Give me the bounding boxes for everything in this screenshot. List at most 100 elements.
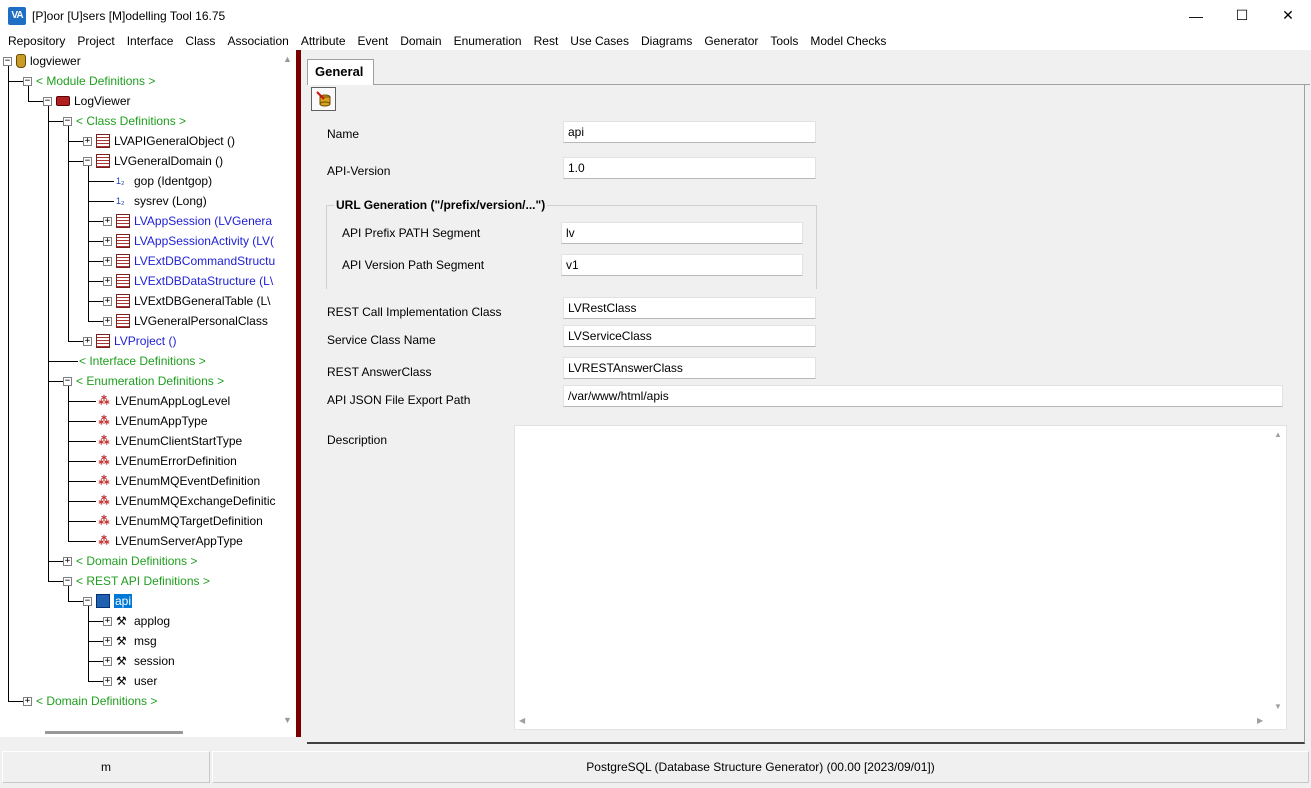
service-class-field[interactable] <box>563 325 816 347</box>
tree-horizontal-scrollbar[interactable] <box>45 731 183 734</box>
menu-generator[interactable]: Generator <box>698 34 764 48</box>
maximize-button[interactable]: ☐ <box>1219 0 1265 31</box>
menu-model-checks[interactable]: Model Checks <box>804 34 892 48</box>
tree-label: msg <box>134 634 157 648</box>
tree-node-api-selected[interactable]: − api <box>83 591 133 611</box>
panel-splitter[interactable] <box>296 50 301 737</box>
menu-enumeration[interactable]: Enumeration <box>448 34 528 48</box>
menu-class[interactable]: Class <box>179 34 221 48</box>
collapse-icon[interactable]: − <box>63 576 72 586</box>
menu-attribute[interactable]: Attribute <box>295 34 352 48</box>
save-to-repository-button[interactable] <box>311 87 336 111</box>
scroll-right-icon[interactable]: ▶ <box>1257 716 1263 725</box>
tree-node-root[interactable]: − logviewer <box>3 51 81 71</box>
expand-icon[interactable]: + <box>103 276 112 286</box>
tree-node-subclass[interactable]: + LVExtDBGeneralTable (L\ <box>103 291 271 311</box>
expand-icon[interactable]: + <box>23 696 32 706</box>
description-textarea[interactable] <box>514 425 1287 730</box>
tree-node-interface-definitions[interactable]: < Interface Definitions > <box>79 351 206 371</box>
menu-rest[interactable]: Rest <box>528 34 565 48</box>
tree-node-enum[interactable]: ⁂ LVEnumMQEventDefinition <box>97 471 261 491</box>
menu-diagrams[interactable]: Diagrams <box>635 34 698 48</box>
url-generation-group <box>326 205 817 289</box>
expand-icon[interactable]: + <box>63 556 72 566</box>
tree-node-subclass[interactable]: + LVAppSessionActivity (LV( <box>103 231 274 251</box>
tree-node-module[interactable]: − LogViewer <box>43 91 130 111</box>
expand-icon[interactable]: + <box>103 636 112 646</box>
tree-node-api-path[interactable]: + ⚒ applog <box>103 611 170 631</box>
expand-icon[interactable]: + <box>103 616 112 626</box>
tree-vertical-scrollbar[interactable]: ▲ ▼ <box>279 50 296 737</box>
tree-node-subclass[interactable]: + LVGeneralPersonalClass <box>103 311 268 331</box>
scroll-down-icon[interactable]: ▼ <box>1274 702 1282 711</box>
menu-association[interactable]: Association <box>221 34 294 48</box>
menu-domain[interactable]: Domain <box>394 34 447 48</box>
tree-node-subclass[interactable]: + LVExtDBDataStructure (L\ <box>103 271 273 291</box>
collapse-icon[interactable]: − <box>63 116 72 126</box>
api-version-field[interactable] <box>563 157 816 179</box>
expand-icon[interactable]: + <box>103 216 112 226</box>
api-version-path-field[interactable] <box>561 254 803 276</box>
export-path-field[interactable] <box>563 385 1283 407</box>
expand-icon[interactable]: + <box>103 676 112 686</box>
tree-node-subclass[interactable]: + LVExtDBCommandStructu <box>103 251 275 271</box>
expand-icon[interactable]: + <box>83 336 92 346</box>
tree-node-enum[interactable]: ⁂ LVEnumMQTargetDefinition <box>97 511 263 531</box>
tree-node-api-path[interactable]: + ⚒ session <box>103 651 175 671</box>
minimize-button[interactable]: — <box>1173 0 1219 31</box>
tree-node-api-path[interactable]: + ⚒ user <box>103 671 157 691</box>
menu-use-cases[interactable]: Use Cases <box>564 34 635 48</box>
class-icon <box>96 334 110 348</box>
rest-call-impl-field[interactable] <box>563 297 816 319</box>
tree-node-module-definitions[interactable]: − < Module Definitions > <box>23 71 155 91</box>
tree-node-class-definitions[interactable]: − < Class Definitions > <box>63 111 186 131</box>
tree-label: LVEnumServerAppType <box>115 534 243 548</box>
tree-node-enum[interactable]: ⁂ LVEnumServerAppType <box>97 531 243 551</box>
tree-label: LVExtDBGeneralTable (L\ <box>134 294 271 308</box>
menu-repository[interactable]: Repository <box>2 34 71 48</box>
tree-node-domain-definitions[interactable]: + < Domain Definitions > <box>63 551 197 571</box>
collapse-icon[interactable]: − <box>3 56 12 66</box>
menu-interface[interactable]: Interface <box>121 34 180 48</box>
tree-node-enum[interactable]: ⁂ LVEnumClientStartType <box>97 431 243 451</box>
tab-general[interactable]: General <box>307 59 374 85</box>
tree-node-subclass[interactable]: + LVAppSession (LVGenera <box>103 211 272 231</box>
collapse-icon[interactable]: − <box>23 76 32 86</box>
menu-tools[interactable]: Tools <box>764 34 804 48</box>
collapse-icon[interactable]: − <box>83 596 92 606</box>
name-field[interactable] <box>563 121 816 143</box>
expand-icon[interactable]: + <box>103 236 112 246</box>
tree-node-attribute[interactable]: 1₂ gop (Identgop) <box>116 171 212 191</box>
tree-node-class[interactable]: + LVAPIGeneralObject () <box>83 131 235 151</box>
expand-icon[interactable]: + <box>103 316 112 326</box>
menu-event[interactable]: Event <box>352 34 395 48</box>
expand-icon[interactable]: + <box>103 296 112 306</box>
expand-icon[interactable]: + <box>103 656 112 666</box>
menu-project[interactable]: Project <box>71 34 120 48</box>
tree-node-rest-api-definitions[interactable]: − < REST API Definitions > <box>63 571 210 591</box>
tree-node-enum[interactable]: ⁂ LVEnumAppType <box>97 411 208 431</box>
collapse-icon[interactable]: − <box>83 156 92 166</box>
scroll-left-icon[interactable]: ◀ <box>519 716 525 725</box>
expand-icon[interactable]: + <box>83 136 92 146</box>
tree-label: LVEnumMQExchangeDefinitic <box>115 494 276 508</box>
api-prefix-field[interactable] <box>561 222 803 244</box>
tree-node-api-path[interactable]: + ⚒ msg <box>103 631 157 651</box>
tree-node-enum[interactable]: ⁂ LVEnumErrorDefinition <box>97 451 237 471</box>
scroll-up-icon[interactable]: ▲ <box>283 54 292 64</box>
tree-node-class[interactable]: − LVGeneralDomain () <box>83 151 223 171</box>
collapse-icon[interactable]: − <box>43 96 52 106</box>
scroll-up-icon[interactable]: ▲ <box>1274 430 1282 439</box>
tree-node-enum[interactable]: ⁂ LVEnumMQExchangeDefinitic <box>97 491 276 511</box>
expand-icon[interactable]: + <box>103 256 112 266</box>
rest-answer-class-field[interactable] <box>563 357 816 379</box>
attribute-icon: 1₂ <box>116 196 125 206</box>
tree-node-attribute[interactable]: 1₂ sysrev (Long) <box>116 191 207 211</box>
tree-node-class[interactable]: + LVProject () <box>83 331 176 351</box>
close-button[interactable]: ✕ <box>1265 0 1311 31</box>
tree-node-enum[interactable]: ⁂ LVEnumAppLogLevel <box>97 391 231 411</box>
tree-node-domain-definitions-root[interactable]: + < Domain Definitions > <box>23 691 157 711</box>
scroll-down-icon[interactable]: ▼ <box>283 715 292 725</box>
collapse-icon[interactable]: − <box>63 376 72 386</box>
tree-node-enumeration-definitions[interactable]: − < Enumeration Definitions > <box>63 371 224 391</box>
